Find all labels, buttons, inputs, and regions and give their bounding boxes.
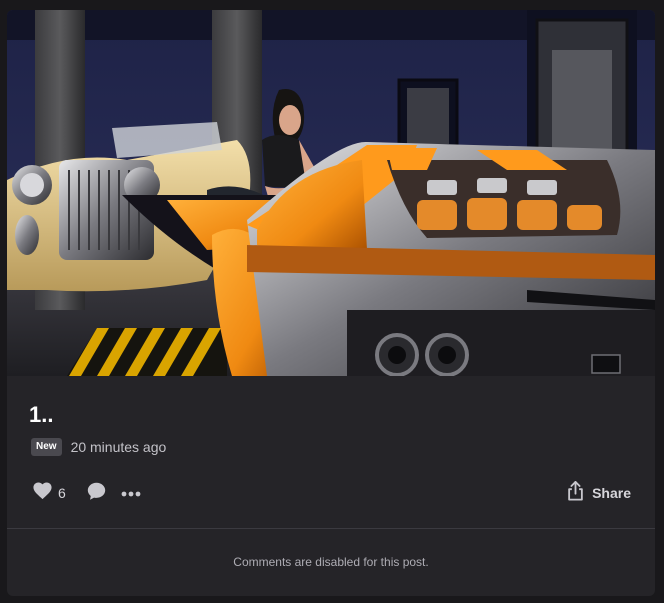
- like-count: 6: [58, 485, 66, 501]
- post-meta: New 20 minutes ago: [31, 437, 166, 457]
- share-label: Share: [592, 485, 631, 501]
- share-icon: [567, 480, 584, 506]
- like-button[interactable]: 6: [32, 481, 66, 505]
- share-button[interactable]: Share: [567, 480, 631, 506]
- more-button[interactable]: [121, 484, 141, 502]
- post-image[interactable]: [7, 10, 655, 376]
- heart-icon: [32, 481, 53, 505]
- post-card: 1.. New 20 minutes ago 6 Share Comments …: [7, 10, 655, 596]
- new-badge: New: [31, 438, 62, 456]
- divider: [7, 528, 655, 529]
- garage-scene-illustration: [7, 10, 655, 376]
- post-actions: 6: [32, 482, 141, 504]
- comment-button[interactable]: [86, 481, 107, 506]
- comment-icon: [86, 481, 107, 506]
- more-icon: [121, 484, 141, 502]
- post-timestamp: 20 minutes ago: [70, 439, 167, 455]
- post-title: 1..: [29, 402, 54, 427]
- comments-disabled-note: Comments are disabled for this post.: [233, 555, 429, 569]
